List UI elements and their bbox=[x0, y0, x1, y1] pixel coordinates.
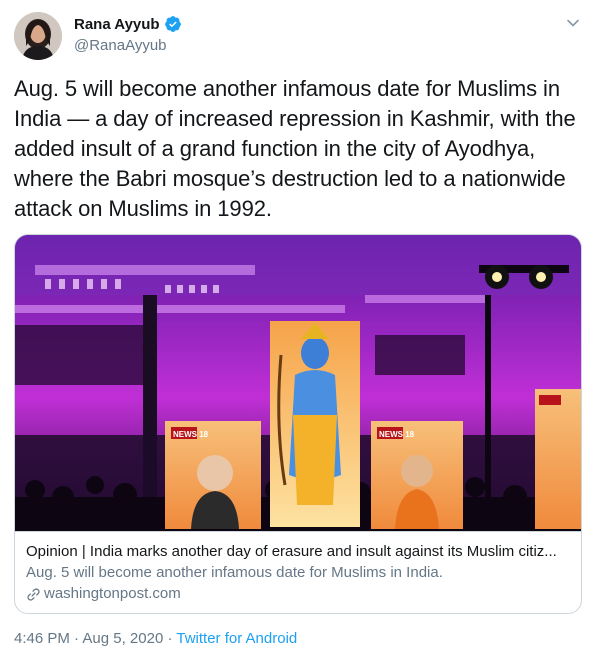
card-title[interactable]: Opinion | India marks another day of era… bbox=[26, 542, 569, 562]
avatar-image bbox=[14, 12, 62, 60]
billboard-logo-right: NEWS 18 bbox=[379, 430, 415, 439]
chevron-down-icon[interactable] bbox=[566, 16, 580, 30]
user-block: Rana Ayyub @RanaAyyub bbox=[74, 14, 182, 54]
verified-badge-icon bbox=[164, 15, 182, 33]
billboard-logo-left: NEWS 18 bbox=[173, 430, 209, 439]
user-handle[interactable]: @RanaAyyub bbox=[74, 37, 182, 54]
footer-separator: · bbox=[69, 630, 83, 647]
tweet-time[interactable]: 4:46 PM bbox=[14, 630, 70, 647]
display-name[interactable]: Rana Ayyub bbox=[74, 16, 160, 33]
tweet-source-link[interactable]: Twitter for Android bbox=[176, 630, 297, 647]
footer-separator-2: · bbox=[163, 630, 177, 647]
tweet-date[interactable]: Aug 5, 2020 bbox=[82, 630, 163, 647]
card-description: Aug. 5 will become another infamous date… bbox=[26, 564, 443, 581]
tweet: Rana Ayyub @RanaAyyub Aug. 5 will become… bbox=[0, 0, 590, 664]
avatar[interactable] bbox=[14, 12, 62, 60]
card-image[interactable]: NEWS 18 NEWS 18 bbox=[15, 235, 581, 531]
card-domain-text: washingtonpost.com bbox=[44, 585, 181, 602]
card-meta[interactable]: Opinion | India marks another day of era… bbox=[15, 531, 581, 613]
tweet-text: Aug. 5 will become another infamous date… bbox=[14, 76, 576, 221]
card-domain[interactable]: washingtonpost.com bbox=[26, 584, 569, 604]
link-icon bbox=[26, 587, 41, 602]
link-card[interactable]: NEWS 18 NEWS 18 Opinion | India marks an… bbox=[14, 234, 582, 614]
tweet-footer: 4:46 PM · Aug 5, 2020 · Twitter for Andr… bbox=[14, 630, 297, 647]
name-row: Rana Ayyub bbox=[74, 14, 182, 34]
